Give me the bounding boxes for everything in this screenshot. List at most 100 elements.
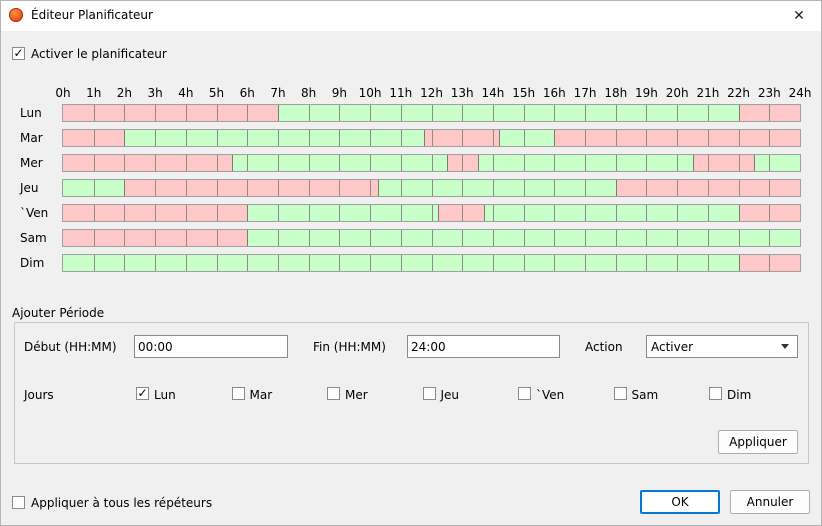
active-period[interactable]: [247, 205, 438, 221]
hour-gridline: [370, 155, 371, 171]
start-time-input[interactable]: 00:00: [134, 335, 288, 358]
chevron-down-icon: [781, 344, 789, 349]
day-checkbox[interactable]: [613, 387, 627, 400]
active-period[interactable]: [753, 155, 800, 171]
day-schedule-row[interactable]: [62, 129, 801, 147]
apply-all-repeaters-checkbox[interactable]: [12, 496, 25, 509]
day-schedule-bar[interactable]: [63, 230, 800, 246]
hour-label: 2h: [116, 86, 133, 100]
hour-gridline: [524, 230, 525, 246]
hour-gridline: [432, 205, 433, 221]
period-boundary: [554, 130, 555, 146]
hour-gridline: [677, 130, 678, 146]
active-period[interactable]: [377, 180, 616, 196]
schedule-grid[interactable]: 0h 1h 2h 3h 4h 5h 6h 7h 8h 9h 10h 11h 12h 13h 14h 15h 16…: [0, 80, 822, 280]
hour-gridline: [646, 155, 647, 171]
hour-gridline: [94, 205, 95, 221]
day-checkbox[interactable]: [709, 387, 722, 400]
hour-gridline: [217, 180, 218, 196]
hour-gridline: [524, 130, 525, 146]
apply-period-button[interactable]: Appliquer: [718, 430, 798, 454]
enable-scheduler-checkbox[interactable]: ✓: [12, 47, 25, 60]
day-schedule-bar[interactable]: [63, 255, 800, 271]
day-checkbox-label: Mer: [345, 388, 368, 402]
period-boundary: [438, 205, 439, 221]
day-row-label: Sam: [20, 231, 47, 245]
inactive-period[interactable]: [63, 105, 278, 121]
hour-gridline: [769, 230, 770, 246]
hour-label: 10h: [358, 86, 382, 100]
cancel-button[interactable]: Annuler: [730, 490, 810, 514]
hour-gridline: [247, 105, 248, 121]
day-schedule-bar[interactable]: [63, 205, 800, 221]
day-checkbox[interactable]: ✓: [136, 387, 149, 400]
hour-gridline: [309, 230, 310, 246]
inactive-period[interactable]: [63, 155, 232, 171]
hour-gridline: [155, 255, 156, 271]
hour-gridline: [708, 130, 709, 146]
hour-gridline: [554, 155, 555, 171]
hour-gridline: [677, 105, 678, 121]
active-period[interactable]: [277, 105, 739, 121]
period-boundary: [739, 205, 740, 221]
day-checkbox[interactable]: [231, 387, 245, 400]
hour-gridline: [585, 205, 586, 221]
active-period[interactable]: [499, 130, 555, 146]
hour-label: 8h: [301, 86, 317, 100]
hour-gridline: [585, 105, 586, 121]
start-time-label: Début (HH:MM): [24, 340, 117, 354]
day-checkbox[interactable]: [518, 387, 531, 400]
hour-gridline: [646, 230, 647, 246]
end-time-input[interactable]: 24:00: [407, 335, 560, 358]
hour-label: 20h: [665, 86, 689, 100]
day-schedule-row[interactable]: [62, 104, 801, 122]
action-select[interactable]: Activer: [646, 335, 798, 358]
hour-gridline: [401, 105, 402, 121]
hour-gridline: [155, 105, 156, 121]
hour-gridline: [94, 130, 95, 146]
hour-gridline: [94, 155, 95, 171]
active-period[interactable]: [124, 130, 424, 146]
hour-gridline: [524, 105, 525, 121]
hour-gridline: [339, 105, 340, 121]
hour-gridline: [462, 155, 463, 171]
hour-label: 21h: [696, 86, 720, 100]
day-schedule-row[interactable]: [62, 204, 801, 222]
hour-gridline: [186, 255, 187, 271]
hour-gridline: [278, 155, 279, 171]
day-checkbox-label: Dim: [727, 388, 752, 402]
day-schedule-bar[interactable]: [63, 105, 800, 121]
hour-gridline: [186, 230, 187, 246]
hour-gridline: [186, 105, 187, 121]
hour-label: 23h: [757, 86, 781, 100]
close-button[interactable]: ✕: [776, 0, 822, 31]
inactive-period[interactable]: [692, 155, 754, 171]
day-row-label: Mer: [20, 156, 43, 170]
day-schedule-row[interactable]: [62, 229, 801, 247]
day-checkbox[interactable]: [327, 387, 340, 400]
day-schedule-row[interactable]: [62, 154, 801, 172]
hour-gridline: [677, 155, 678, 171]
day-schedule-row[interactable]: [62, 254, 801, 272]
hour-gridline: [124, 255, 125, 271]
day-schedule-bar[interactable]: [63, 155, 800, 171]
hour-gridline: [493, 180, 494, 196]
hour-gridline: [585, 230, 586, 246]
hour-gridline: [554, 205, 555, 221]
active-period[interactable]: [483, 205, 739, 221]
day-checkbox[interactable]: [422, 387, 436, 400]
hour-gridline: [616, 130, 617, 146]
day-schedule-bar[interactable]: [63, 130, 800, 146]
hour-gridline: [217, 130, 218, 146]
inactive-period[interactable]: [437, 205, 484, 221]
day-checkbox-label: Lun: [154, 388, 176, 402]
day-schedule-row[interactable]: [62, 179, 801, 197]
hour-gridline: [739, 155, 740, 171]
day-schedule-bar[interactable]: [63, 180, 800, 196]
hour-gridline: [493, 230, 494, 246]
hour-gridline: [524, 180, 525, 196]
hour-gridline: [370, 105, 371, 121]
period-boundary: [754, 155, 755, 171]
ok-button[interactable]: OK: [640, 490, 720, 514]
hour-gridline: [370, 130, 371, 146]
